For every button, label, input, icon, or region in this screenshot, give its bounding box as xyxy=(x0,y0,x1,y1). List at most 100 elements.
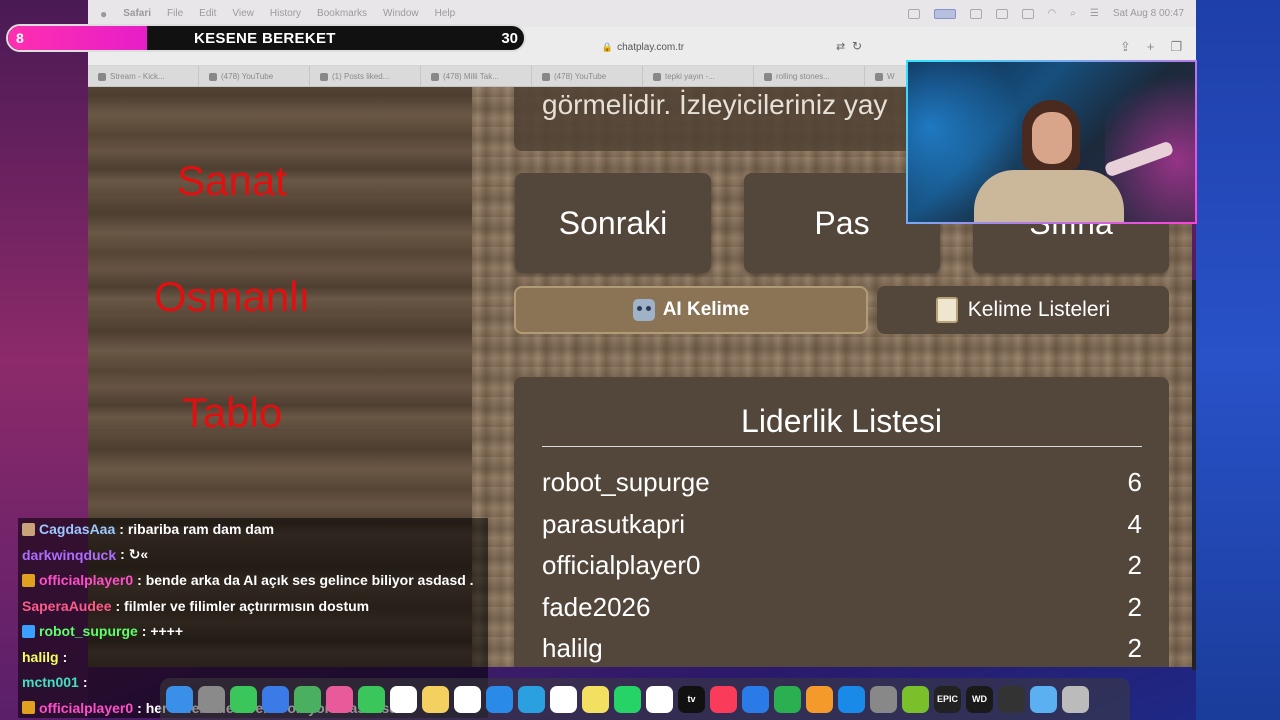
dock-mail-icon[interactable] xyxy=(262,685,289,713)
dock-wd-icon[interactable]: WD xyxy=(966,685,993,713)
browser-tab[interactable]: (1) Posts liked... xyxy=(310,66,421,87)
dock-pages-icon[interactable] xyxy=(806,685,833,713)
chat-username: officialplayer0 xyxy=(39,699,134,716)
dock-folder-icon[interactable] xyxy=(1030,685,1057,713)
stream-goal-fill xyxy=(8,26,148,50)
dock-reminders-icon[interactable] xyxy=(454,685,481,713)
chat-username: robot_supurge xyxy=(39,623,138,639)
player-score: 6 xyxy=(1127,467,1142,497)
streamer-face xyxy=(1032,112,1072,164)
menu-file[interactable]: File xyxy=(167,8,183,19)
chat-text: : ++++ xyxy=(141,623,184,639)
dock-launchpad-icon[interactable] xyxy=(198,685,225,713)
kick-favicon-icon xyxy=(98,72,106,81)
youtube-favicon-icon xyxy=(209,72,217,81)
dock-settings-icon[interactable] xyxy=(870,685,897,713)
dock-whatsapp-icon[interactable] xyxy=(614,685,641,713)
dock-appstore-icon[interactable] xyxy=(838,685,865,713)
menu-history[interactable]: History xyxy=(270,8,301,19)
user-badge-icon xyxy=(22,573,35,587)
chat-message: SaperaAudee: filmler ve filimler açtırır… xyxy=(22,595,369,617)
menu-edit[interactable]: Edit xyxy=(199,8,216,19)
dock-facetime-icon[interactable] xyxy=(358,685,385,713)
dock-music-icon[interactable] xyxy=(710,685,737,713)
player-score: 2 xyxy=(1127,633,1142,663)
dock-trash-icon[interactable] xyxy=(1062,685,1089,713)
dock-tv-icon[interactable]: tv xyxy=(678,685,705,713)
battery-icon[interactable] xyxy=(1021,8,1034,19)
chat-message: CagdasAaa: ribariba ram dam dam xyxy=(22,518,274,540)
browser-tab[interactable]: rolling stones... xyxy=(754,66,865,87)
menu-bookmarks[interactable]: Bookmarks xyxy=(317,8,367,19)
leaderboard-row: fade2026 2 xyxy=(542,592,1142,628)
menu-window[interactable]: Window xyxy=(383,8,419,19)
dock-finder-icon[interactable] xyxy=(166,685,193,713)
dock-keynote-icon[interactable] xyxy=(742,685,769,713)
dock-calendar-icon[interactable] xyxy=(390,685,417,713)
new-tab-icon[interactable]: + xyxy=(1147,39,1155,55)
streamer-body xyxy=(974,170,1124,222)
stream-goal-target: 30 xyxy=(501,30,518,47)
tab-label: W xyxy=(887,72,895,81)
tab-label: (1) Posts liked... xyxy=(332,72,390,81)
chat-text: : xyxy=(82,674,88,690)
leaderboard-row: robot_supurge 6 xyxy=(542,467,1142,503)
menu-app-name[interactable]: Safari xyxy=(123,8,151,19)
screen-record-icon[interactable] xyxy=(933,8,956,19)
user-badge-icon xyxy=(22,701,35,714)
dock-numbers-icon[interactable] xyxy=(774,685,801,713)
toolbar-actions: ⇪ + ❐ xyxy=(1120,39,1182,55)
player-name: officialplayer0 xyxy=(542,550,701,580)
wifi-icon[interactable]: ◠ xyxy=(1048,8,1057,19)
robot-icon xyxy=(632,299,655,321)
apple-menu-icon[interactable]: ● xyxy=(100,7,107,21)
status-icon[interactable] xyxy=(907,8,920,19)
word-lists-button[interactable]: Kelime Listeleri xyxy=(877,286,1169,334)
browser-tab[interactable]: Stream - Kick... xyxy=(88,66,199,87)
menu-clock[interactable]: Sat Aug 8 00:47 xyxy=(1113,8,1184,19)
dock-safari-icon[interactable] xyxy=(486,685,513,713)
stream-goal-current: 8 xyxy=(16,30,24,46)
youtube-favicon-icon xyxy=(431,72,439,81)
chat-message: robot_supurge: ++++ xyxy=(22,620,183,642)
browser-tab[interactable]: tepki yayın -... xyxy=(643,66,754,87)
browser-tab[interactable]: (478) YouTube xyxy=(532,66,643,87)
dock-notes-icon[interactable] xyxy=(422,685,449,713)
dock-chrome-icon[interactable] xyxy=(550,685,577,713)
leaderboard-divider xyxy=(542,446,1142,447)
incognito-favicon-icon xyxy=(875,72,883,81)
chat-text: : filmler ve filimler açtırırmısın dostu… xyxy=(115,597,370,614)
tab-overview-icon[interactable]: ❐ xyxy=(1170,39,1182,55)
browser-tab[interactable]: (478) Milli Tak... xyxy=(421,66,532,87)
dock-xbox-icon[interactable] xyxy=(902,685,929,713)
dock-stickies-icon[interactable] xyxy=(582,685,609,713)
share-icon[interactable]: ⇪ xyxy=(1120,39,1131,55)
search-icon[interactable]: ⌕ xyxy=(1070,8,1076,19)
menu-view[interactable]: View xyxy=(232,8,254,19)
menu-help[interactable]: Help xyxy=(435,8,456,19)
next-button[interactable]: Sonraki xyxy=(515,173,711,273)
grid-icon[interactable] xyxy=(969,8,982,19)
dock-epic-icon[interactable]: EPIC xyxy=(934,685,961,713)
stream-goal-title: KESENE BEREKET xyxy=(194,30,336,47)
page-scrollbar[interactable] xyxy=(1192,280,1196,670)
dock-maps-icon[interactable] xyxy=(294,685,321,713)
word-1: Sanat xyxy=(177,157,287,204)
browser-tab[interactable]: (478) YouTube xyxy=(199,66,310,87)
dock-monitor-icon[interactable] xyxy=(998,685,1025,713)
ai-word-button[interactable]: AI Kelime xyxy=(514,286,868,334)
chat-username: CagdasAaa xyxy=(39,521,116,537)
translate-icon[interactable]: ⇄ xyxy=(836,40,845,53)
cloud-icon[interactable] xyxy=(995,8,1008,19)
instruction-box: görmelidir. İzleyicileriniz yay xyxy=(514,87,914,151)
control-center-icon[interactable]: ☰ xyxy=(1090,8,1099,19)
dock-freeform-icon[interactable] xyxy=(646,685,673,713)
dock-photos-icon[interactable] xyxy=(326,685,353,713)
user-badge-icon xyxy=(22,522,35,536)
word-3: Tablo xyxy=(181,389,283,436)
reload-icon[interactable]: ↻ xyxy=(852,39,862,53)
dock-telegram-icon[interactable] xyxy=(518,685,545,713)
desktop-background-right xyxy=(1196,0,1280,720)
dock-messages-icon[interactable] xyxy=(230,685,257,713)
user-badge-icon xyxy=(22,624,35,638)
